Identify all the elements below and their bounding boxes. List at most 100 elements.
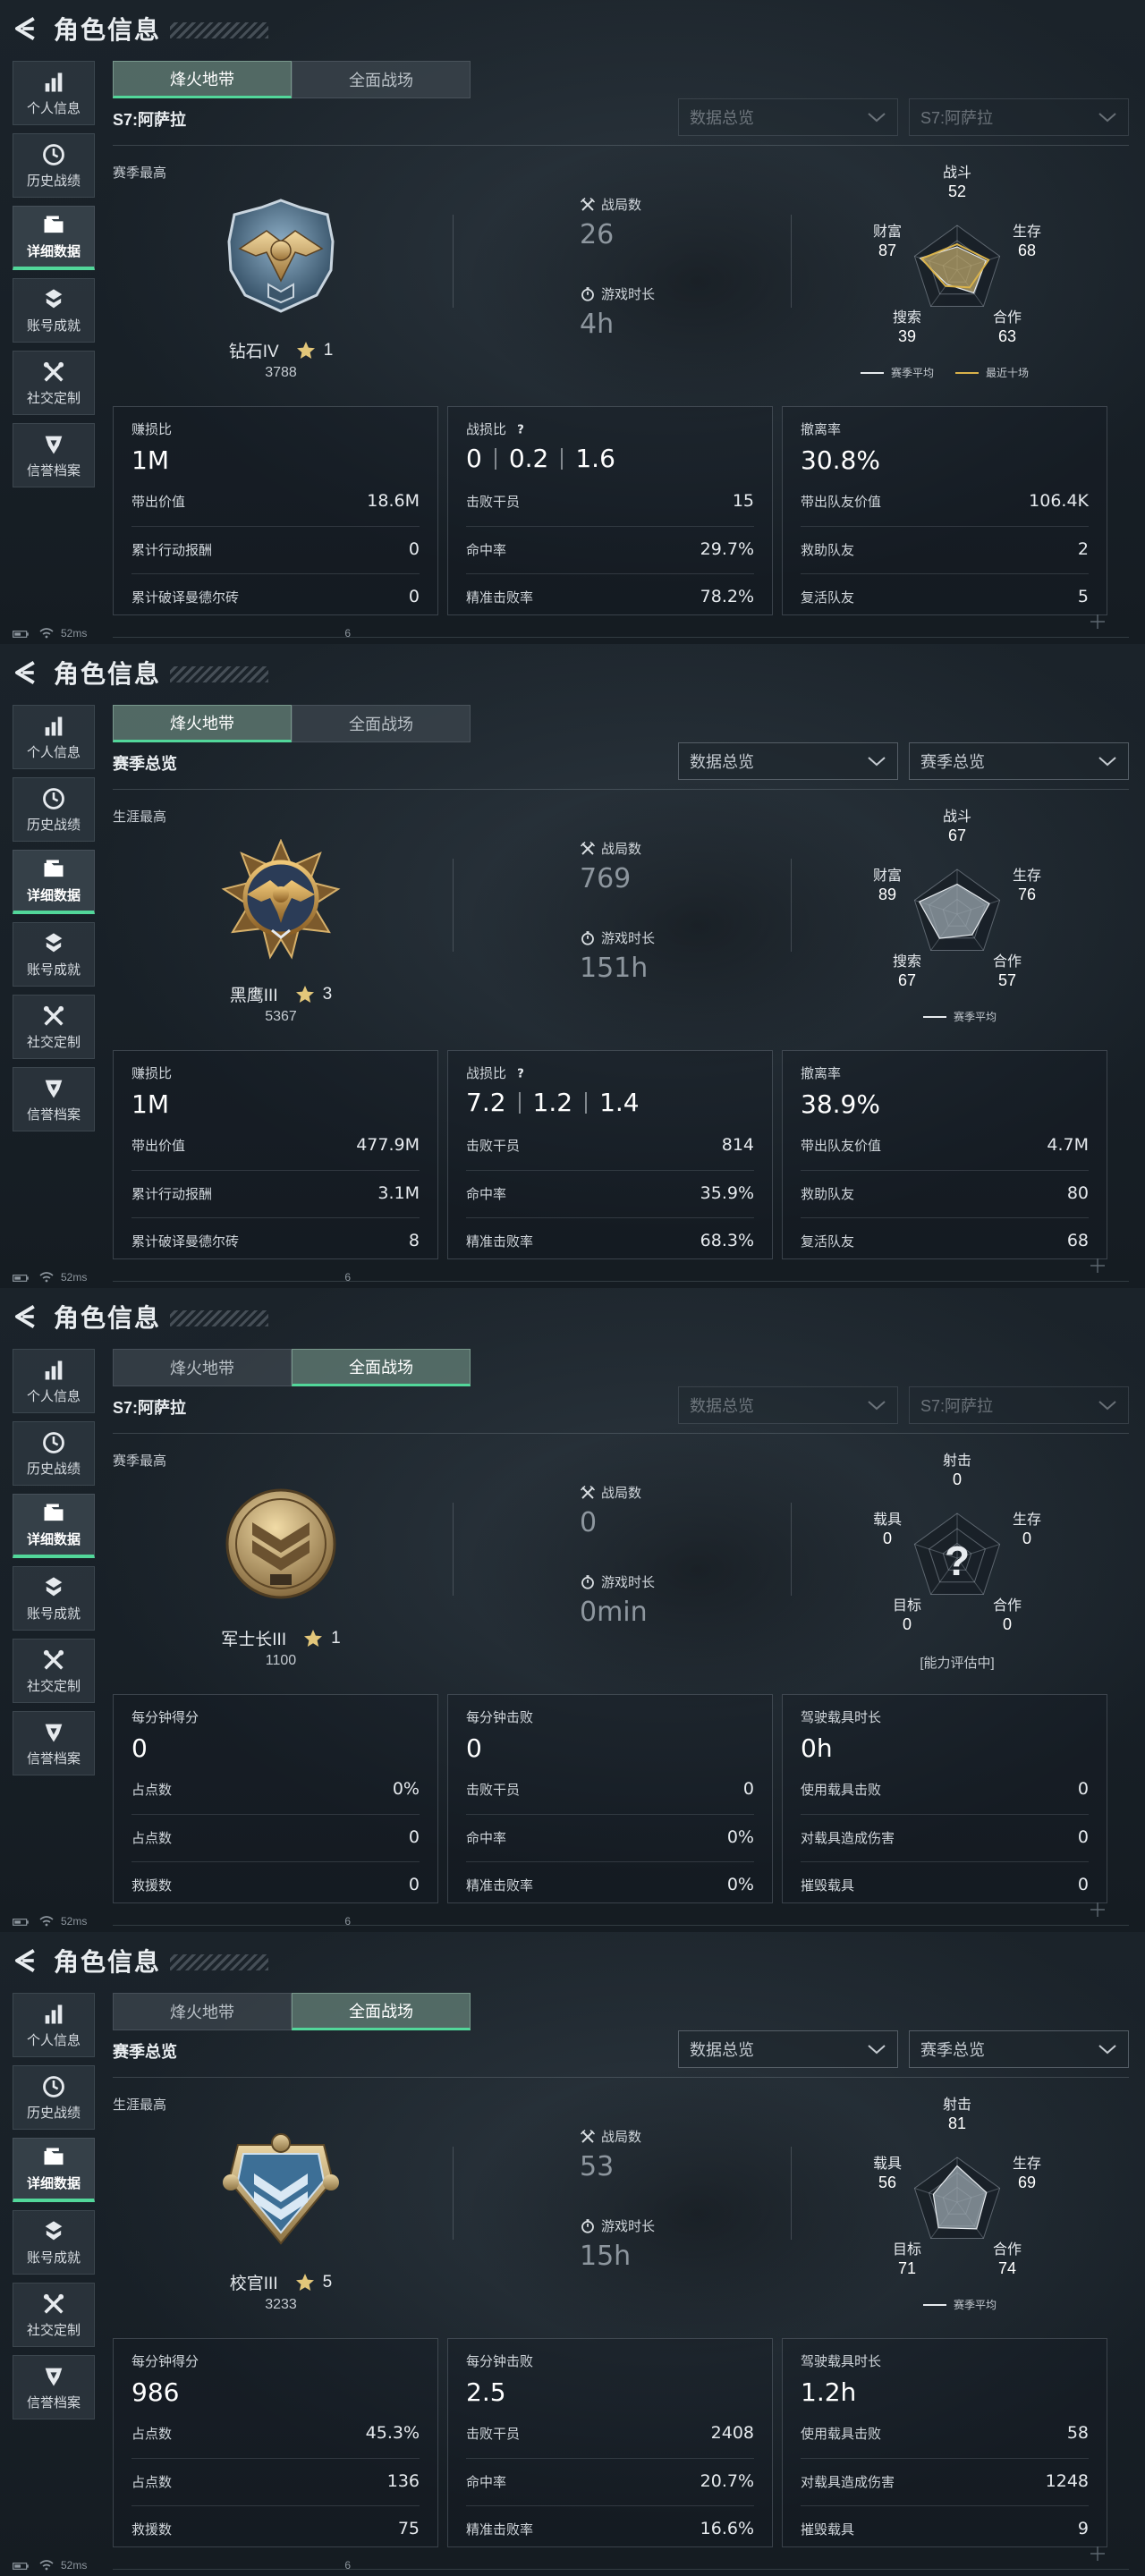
sidebar-item-2[interactable]: 历史战绩 xyxy=(13,133,95,198)
dropdown-value: S7:阿萨拉 xyxy=(920,109,994,127)
stat-label: 救助队友 xyxy=(801,1186,855,1202)
sidebar-item-5[interactable]: 社交定制 xyxy=(13,2283,95,2347)
tab-mode-1[interactable]: 烽火地带 xyxy=(113,705,292,742)
card-title: 战损比 xyxy=(466,422,507,437)
crossed-swords-icon xyxy=(580,197,596,213)
data-type-dropdown[interactable]: 数据总览 xyxy=(678,742,898,780)
stat-value: 0% xyxy=(392,1779,420,1799)
chevron-down-icon xyxy=(867,111,886,123)
sidebar-item-5[interactable]: 社交定制 xyxy=(13,351,95,415)
divider xyxy=(791,215,792,308)
wifi-icon xyxy=(39,628,54,639)
radar-label: 合作 74 xyxy=(971,2241,1043,2277)
metric-label: 游戏时长 xyxy=(601,931,656,946)
sidebar-item-4[interactable]: 账号成就 xyxy=(13,1566,95,1631)
radar-label: 战斗 67 xyxy=(921,809,993,844)
sidebar-item-4[interactable]: 账号成就 xyxy=(13,278,95,343)
sidebar-item-3[interactable]: 详细数据 xyxy=(13,2138,95,2202)
sidebar-item-label: 社交定制 xyxy=(26,390,81,406)
radar-label: 生存 0 xyxy=(991,1512,1063,1547)
stat-label: 命中率 xyxy=(466,1830,507,1846)
radar-axis-name: 目标 xyxy=(892,1598,921,1614)
wifi-icon xyxy=(39,2560,54,2571)
tab-mode-2[interactable]: 全面战场 xyxy=(292,1993,471,2030)
sidebar-item-6[interactable]: 信誉档案 xyxy=(13,1711,95,1775)
stat-row: 带出价值 18.6M xyxy=(131,479,420,523)
data-type-dropdown[interactable]: 数据总览 xyxy=(678,2030,898,2068)
stat-label: 带出价值 xyxy=(131,1138,186,1154)
data-type-dropdown[interactable]: 数据总览 xyxy=(678,98,898,136)
stat-value: 0 xyxy=(408,1827,420,1847)
ratio-separator xyxy=(585,1091,588,1114)
sidebar-item-1[interactable]: 个人信息 xyxy=(13,61,95,125)
chevron-down-icon xyxy=(867,1399,886,1411)
radar-label: 财富 87 xyxy=(852,224,923,259)
tab-mode-2[interactable]: 全面战场 xyxy=(292,61,471,98)
sidebar-item-2[interactable]: 历史战绩 xyxy=(13,2065,95,2130)
sidebar-item-label: 账号成就 xyxy=(26,962,81,978)
sidebar-item-3[interactable]: 详细数据 xyxy=(13,850,95,914)
data-type-dropdown[interactable]: 数据总览 xyxy=(678,1386,898,1424)
rank-score: 3233 xyxy=(265,2297,297,2312)
back-arrow-icon[interactable] xyxy=(13,1303,39,1330)
stat-value: 29.7% xyxy=(700,539,754,559)
sidebar-item-6[interactable]: 信誉档案 xyxy=(13,423,95,487)
stat-label: 占点数 xyxy=(131,2474,173,2490)
stat-row: 救助队友 80 xyxy=(801,1170,1089,1216)
sidebar-item-1[interactable]: 个人信息 xyxy=(13,1993,95,2057)
season-dropdown[interactable]: S7:阿萨拉 xyxy=(909,98,1129,136)
season-label: S7:阿萨拉 xyxy=(113,1399,187,1417)
back-arrow-icon[interactable] xyxy=(13,15,39,42)
tab-mode-1[interactable]: 烽火地带 xyxy=(113,1993,292,2030)
back-arrow-icon[interactable] xyxy=(13,659,39,686)
chevron-down-icon xyxy=(867,755,886,767)
wifi-icon xyxy=(39,1916,54,1927)
radar-axis-value: 56 xyxy=(878,2174,897,2191)
stat-row: 救助队友 2 xyxy=(801,526,1089,572)
stat-row: 累计破译曼德尔砖 8 xyxy=(131,1217,420,1263)
ping-readout: 52ms xyxy=(61,1915,88,1928)
metric-value: 769 xyxy=(580,863,632,894)
season-dropdown[interactable]: S7:阿萨拉 xyxy=(909,1386,1129,1424)
sidebar-item-1[interactable]: 个人信息 xyxy=(13,1349,95,1413)
ping-readout: 52ms xyxy=(61,627,88,640)
radar-axis-name: 载具 xyxy=(872,1513,902,1528)
tab-mode-2[interactable]: 全面战场 xyxy=(292,705,471,742)
sidebar-item-4[interactable]: 账号成就 xyxy=(13,922,95,987)
radar-label: 目标 71 xyxy=(871,2241,943,2277)
question-icon[interactable]: ? xyxy=(513,422,528,436)
stat-value: 16.6% xyxy=(700,2519,754,2538)
stat-label: 复活队友 xyxy=(801,589,855,606)
sidebar-item-5[interactable]: 社交定制 xyxy=(13,995,95,1059)
sidebar-item-4[interactable]: 账号成就 xyxy=(13,2210,95,2275)
card-header-label-row: 撤离率 xyxy=(801,419,880,438)
sidebar-item-6[interactable]: 信誉档案 xyxy=(13,2355,95,2419)
tab-mode-1[interactable]: 烽火地带 xyxy=(113,61,292,98)
radar-axis-value: 67 xyxy=(947,826,967,844)
dropdown-value: 数据总览 xyxy=(690,1397,754,1415)
stat-value: 4.7M xyxy=(1047,1135,1089,1155)
stat-row: 累计行动报酬 3.1M xyxy=(131,1170,420,1216)
sidebar-item-2[interactable]: 历史战绩 xyxy=(13,1421,95,1486)
card-header: 每分钟得分 986 xyxy=(131,2351,199,2407)
stat-value: 2 xyxy=(1077,539,1089,559)
sidebar-item-1[interactable]: 个人信息 xyxy=(13,705,95,769)
mode-tabs: 烽火地带 全面战场 xyxy=(113,705,471,742)
sidebar-nav: 个人信息历史战绩详细数据账号成就社交定制信誉档案 xyxy=(13,1349,95,1784)
question-icon[interactable]: ? xyxy=(513,1066,528,1080)
radar-label: 合作 63 xyxy=(971,309,1043,345)
sidebar-item-2[interactable]: 历史战绩 xyxy=(13,777,95,842)
stat-value: 106.4K xyxy=(1029,491,1089,511)
season-dropdown[interactable]: 赛季总览 xyxy=(909,2030,1129,2068)
page-title: 角色信息 xyxy=(54,16,162,44)
tab-mode-2[interactable]: 全面战场 xyxy=(292,1349,471,1386)
sidebar-item-5[interactable]: 社交定制 xyxy=(13,1639,95,1703)
sidebar-item-3[interactable]: 详细数据 xyxy=(13,1494,95,1558)
tab-mode-1[interactable]: 烽火地带 xyxy=(113,1349,292,1386)
back-arrow-icon[interactable] xyxy=(13,1947,39,1974)
sidebar-item-3[interactable]: 详细数据 xyxy=(13,206,95,270)
season-dropdown[interactable]: 赛季总览 xyxy=(909,742,1129,780)
ping-readout: 52ms xyxy=(61,2559,88,2572)
divider xyxy=(453,859,454,952)
sidebar-item-6[interactable]: 信誉档案 xyxy=(13,1067,95,1131)
